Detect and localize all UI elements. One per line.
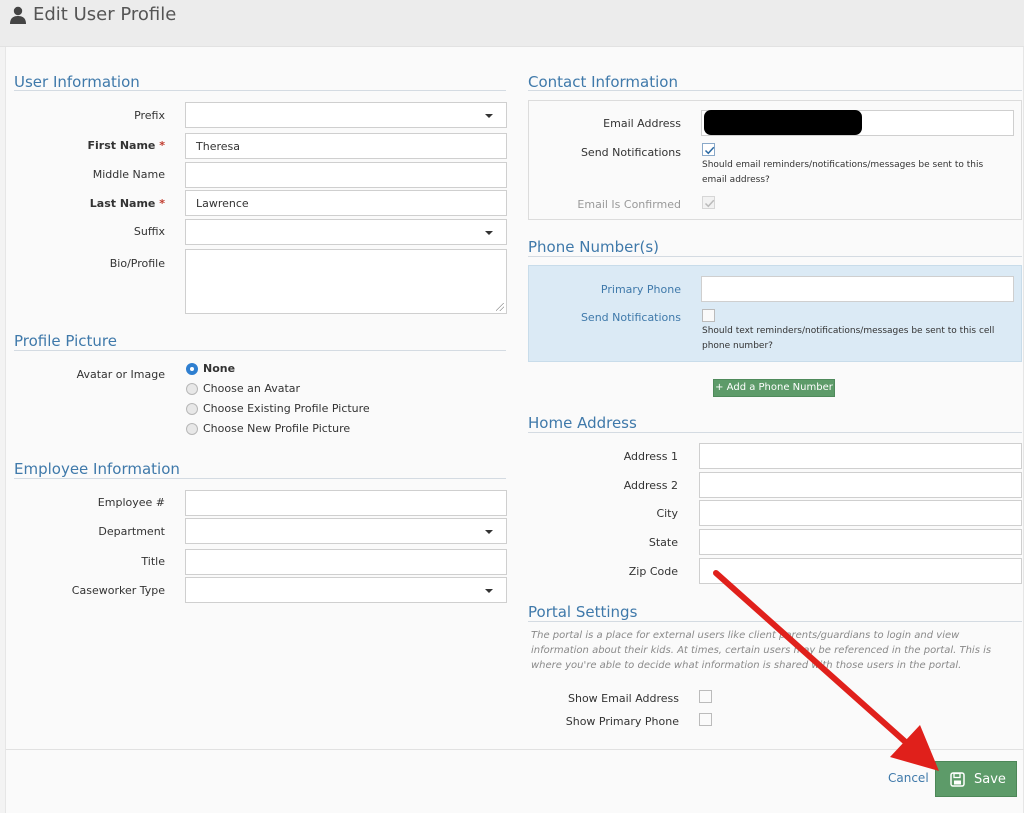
email-address-label: Email Address	[603, 117, 681, 130]
section-divider	[14, 350, 506, 351]
redacted-email	[704, 110, 862, 135]
sms-notifications-label: Send Notifications	[580, 311, 681, 324]
state-input[interactable]	[699, 529, 1022, 555]
employee-number-label: Employee #	[97, 496, 165, 509]
primary-phone-input[interactable]	[701, 276, 1014, 302]
checkmark-icon	[704, 146, 715, 155]
section-divider	[528, 90, 1022, 91]
bio-label: Bio/Profile	[109, 257, 165, 270]
address1-label: Address 1	[623, 450, 678, 463]
section-divider	[14, 90, 506, 91]
radio-button[interactable]	[186, 403, 198, 415]
email-confirmed-checkbox	[702, 196, 715, 209]
radio-button[interactable]	[186, 423, 198, 435]
suffix-label: Suffix	[133, 225, 165, 238]
primary-phone-label: Primary Phone	[600, 283, 681, 296]
contact-information-heading: Contact Information	[528, 73, 678, 91]
caseworker-type-select[interactable]	[185, 577, 507, 603]
email-notifications-help: Should email reminders/notifications/mes…	[702, 160, 984, 185]
email-notifications-checkbox[interactable]	[702, 143, 715, 156]
zip-code-label: Zip Code	[628, 565, 678, 578]
user-information-heading: User Information	[14, 73, 140, 91]
show-phone-label: Show Primary Phone	[565, 715, 679, 728]
first-name-label: First Name *	[87, 139, 165, 152]
address2-input[interactable]	[699, 472, 1022, 498]
middle-name-label: Middle Name	[92, 168, 165, 181]
home-address-heading: Home Address	[528, 414, 637, 432]
phone-numbers-heading: Phone Number(s)	[528, 238, 660, 256]
cancel-button[interactable]: Cancel	[888, 771, 929, 785]
add-phone-number-button[interactable]: + Add a Phone Number	[713, 379, 835, 397]
required-marker: *	[159, 139, 165, 152]
section-divider	[528, 432, 1022, 433]
suffix-select[interactable]	[185, 219, 507, 245]
section-divider	[528, 621, 1022, 622]
edit-profile-form: User Information Prefix First Name * The…	[5, 47, 1024, 813]
address1-input[interactable]	[699, 443, 1022, 469]
section-divider	[14, 478, 506, 479]
show-email-label: Show Email Address	[568, 692, 679, 705]
save-floppy-icon	[950, 772, 965, 791]
email-address-input[interactable]	[701, 110, 1014, 136]
required-marker: *	[159, 197, 165, 210]
title-input[interactable]	[185, 549, 507, 575]
city-input[interactable]	[699, 500, 1022, 526]
page-title: Edit User Profile	[33, 4, 177, 25]
last-name-label: Last Name *	[89, 197, 165, 210]
save-button[interactable]: Save	[935, 761, 1017, 797]
radio-button[interactable]	[186, 363, 198, 375]
department-label: Department	[98, 525, 165, 538]
footer-divider	[6, 749, 1024, 750]
bio-textarea[interactable]	[185, 249, 507, 314]
section-divider	[528, 256, 1022, 257]
state-label: State	[648, 536, 678, 549]
page-header: Edit User Profile	[0, 0, 1024, 47]
address2-label: Address 2	[623, 479, 678, 492]
title-label: Title	[141, 555, 165, 568]
caseworker-type-label: Caseworker Type	[71, 584, 165, 597]
user-icon	[9, 6, 27, 27]
employee-number-input[interactable]	[185, 490, 507, 516]
portal-description: The portal is a place for external users…	[531, 630, 992, 671]
radio-button[interactable]	[186, 383, 198, 395]
show-email-checkbox[interactable]	[699, 690, 712, 703]
resize-grip-icon[interactable]	[496, 303, 504, 311]
send-notifications-label: Send Notifications	[580, 146, 681, 159]
prefix-label: Prefix	[134, 109, 165, 122]
profile-picture-heading: Profile Picture	[14, 332, 117, 350]
avatar-or-image-label: Avatar or Image	[76, 368, 165, 381]
zip-code-input[interactable]	[699, 558, 1022, 584]
employee-information-heading: Employee Information	[14, 460, 180, 478]
sms-notifications-checkbox[interactable]	[702, 309, 715, 322]
middle-name-input[interactable]	[185, 162, 507, 188]
city-label: City	[656, 507, 678, 520]
portal-settings-heading: Portal Settings	[528, 603, 638, 621]
sms-notifications-help: Should text reminders/notifications/mess…	[702, 326, 995, 351]
prefix-select[interactable]	[185, 102, 507, 128]
first-name-input[interactable]: Theresa	[185, 133, 507, 159]
last-name-input[interactable]: Lawrence	[185, 190, 507, 216]
show-phone-checkbox[interactable]	[699, 713, 712, 726]
email-confirmed-label: Email Is Confirmed	[577, 198, 681, 211]
department-select[interactable]	[185, 518, 507, 544]
checkmark-icon	[704, 199, 715, 208]
